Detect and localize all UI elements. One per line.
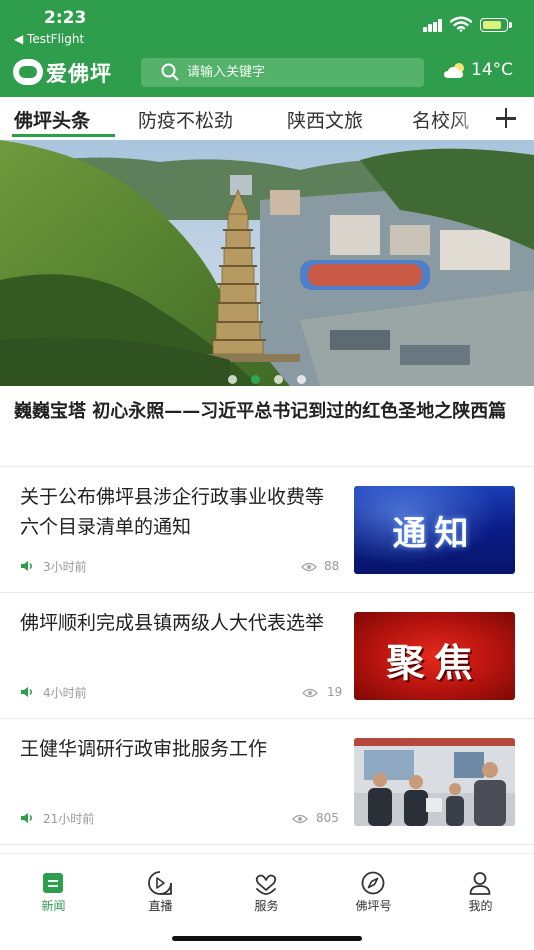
tab-fuping-headlines[interactable]: 佛坪头条 — [14, 106, 90, 133]
nav-label: 直播 — [148, 899, 173, 913]
banner-dot[interactable] — [274, 375, 283, 384]
back-to-testflight[interactable]: ◀ TestFlight — [14, 32, 84, 46]
nav-news[interactable]: 新闻 — [0, 854, 107, 924]
news-time: 21小时前 — [43, 812, 95, 826]
views-eye-icon — [302, 688, 318, 698]
news-time: 4小时前 — [43, 686, 87, 700]
pagoda-town-photo — [0, 140, 534, 386]
service-heart-icon — [255, 874, 277, 895]
search-icon — [161, 63, 179, 81]
views-eye-icon — [292, 814, 308, 824]
live-play-icon — [148, 871, 172, 895]
cellular-signal-icon — [423, 19, 443, 32]
tab-shaanxi-tourism[interactable]: 陕西文旅 — [287, 106, 363, 133]
banner-dot[interactable] — [297, 375, 306, 384]
nav-label: 我的 — [468, 899, 493, 913]
compass-icon — [361, 871, 385, 895]
active-tab-indicator — [12, 134, 115, 137]
divider — [0, 592, 534, 593]
headline-banner[interactable] — [0, 140, 534, 386]
meeting-photo — [354, 738, 515, 826]
news-title[interactable]: 王健华调研行政审批服务工作 — [20, 734, 340, 764]
app-logo-icon — [13, 59, 43, 85]
app-header: 2:23 ◀ TestFlight 爱佛坪 14°C — [0, 0, 534, 97]
audio-icon[interactable] — [20, 686, 34, 698]
search-bar[interactable] — [141, 58, 424, 87]
channel-tabs: 佛坪头条 防疫不松劲 陕西文旅 名校风 — [0, 97, 534, 140]
divider — [0, 466, 534, 467]
news-views: 805 — [316, 811, 339, 825]
nav-fuping-account[interactable]: 佛坪号 — [320, 854, 427, 924]
status-time: 2:23 — [44, 8, 87, 28]
banner-dot[interactable] — [228, 375, 237, 384]
tab-fade — [450, 97, 490, 140]
news-thumbnail[interactable] — [354, 738, 515, 826]
news-thumbnail[interactable]: 聚焦 — [354, 612, 515, 700]
partly-cloudy-icon — [444, 63, 464, 78]
audio-icon[interactable] — [20, 560, 34, 572]
news-title[interactable]: 关于公布佛坪县涉企行政事业收费等六个目录清单的通知 — [20, 482, 340, 542]
battery-icon — [480, 18, 508, 32]
search-input[interactable] — [187, 62, 407, 83]
home-indicator — [172, 936, 362, 941]
banner-dot-active[interactable] — [251, 375, 260, 384]
wifi-icon — [450, 16, 472, 32]
news-views: 19 — [327, 685, 343, 699]
nav-label: 佛坪号 — [355, 899, 392, 913]
news-thumbnail[interactable]: 通知 — [354, 486, 515, 574]
news-time: 3小时前 — [43, 560, 87, 574]
nav-live[interactable]: 直播 — [107, 854, 214, 924]
nav-label: 新闻 — [41, 899, 66, 913]
app-name: 爱佛坪 — [46, 61, 112, 86]
news-title[interactable]: 佛坪顺利完成县镇两级人大代表选举 — [20, 608, 340, 638]
weather-temperature: 14°C — [471, 60, 514, 80]
battery-tip — [509, 22, 512, 28]
user-icon — [469, 872, 491, 895]
tab-epidemic[interactable]: 防疫不松劲 — [138, 106, 233, 133]
news-views: 88 — [324, 559, 340, 573]
thumbnail-text: 聚焦 — [386, 641, 483, 685]
banner-headline[interactable]: 巍巍宝塔 初心永照——习近平总书记到过的红色圣地之陕西篇 — [14, 396, 519, 428]
views-eye-icon — [301, 562, 317, 572]
news-icon — [43, 873, 63, 893]
add-channel-button[interactable] — [490, 97, 534, 140]
nav-profile[interactable]: 我的 — [427, 854, 534, 924]
nav-label: 服务 — [254, 899, 279, 913]
divider — [0, 718, 534, 719]
nav-service[interactable]: 服务 — [213, 854, 320, 924]
audio-icon[interactable] — [20, 812, 34, 824]
divider — [0, 844, 534, 845]
thumbnail-text: 通知 — [392, 514, 477, 554]
